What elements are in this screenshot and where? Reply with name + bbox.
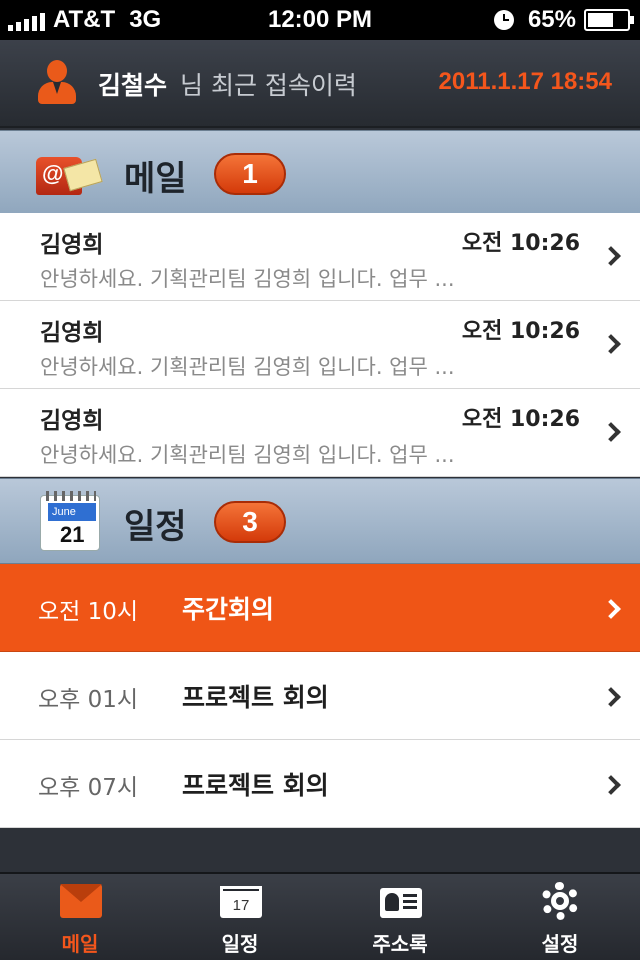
- mail-section-header[interactable]: @ 메일 1: [0, 130, 640, 216]
- chevron-right-icon: [601, 334, 621, 354]
- tab-label: 설정: [541, 932, 579, 956]
- calendar-icon-day: 21: [60, 522, 85, 547]
- mail-time: 오전 10:26: [461, 407, 580, 432]
- schedule-list-item[interactable]: 오후 07시 프로젝트 회의: [0, 740, 640, 828]
- schedule-count-badge: 3: [214, 501, 286, 543]
- mail-time: 오전 10:26: [461, 319, 580, 344]
- chevron-right-icon: [601, 246, 621, 266]
- user-name: 김철수: [98, 71, 168, 100]
- chevron-right-icon: [601, 775, 621, 795]
- schedule-title: 프로젝트 회의: [182, 683, 329, 712]
- tab-address-book[interactable]: 주소록: [320, 874, 480, 960]
- gear-icon: [541, 882, 579, 920]
- calendar-icon: June 21: [40, 489, 102, 553]
- mail-preview: 안녕하세요. 기획관리팀 김영희 입니다. 업무 ...: [40, 443, 455, 467]
- schedule-section-title: 일정: [124, 507, 187, 547]
- chevron-right-icon: [601, 599, 621, 619]
- mail-list-item[interactable]: 김영희 오전 10:26 안녕하세요. 기획관리팀 김영희 입니다. 업무 ..…: [0, 213, 640, 301]
- mail-count-badge: 1: [214, 153, 286, 195]
- last-login-header: 김철수 님 최근 접속이력 2011.1.17 18:54: [0, 40, 640, 128]
- mail-preview: 안녕하세요. 기획관리팀 김영희 입니다. 업무 ...: [40, 355, 455, 379]
- mail-list-item[interactable]: 김영희 오전 10:26 안녕하세요. 기획관리팀 김영희 입니다. 업무 ..…: [0, 301, 640, 389]
- tab-label: 일정: [221, 932, 259, 956]
- mail-sender: 김영희: [40, 408, 104, 434]
- mail-sender: 김영희: [40, 232, 104, 258]
- schedule-title: 프로젝트 회의: [182, 771, 329, 800]
- schedule-time: 오후 01시: [38, 687, 139, 713]
- tab-settings[interactable]: 설정: [480, 874, 640, 960]
- last-login-label: 님 최근 접속이력: [180, 71, 357, 100]
- tab-schedule[interactable]: 17 일정: [160, 874, 320, 960]
- mailbox-icon: @: [36, 149, 103, 201]
- battery-percent: 65%: [527, 6, 576, 33]
- calendar-icon: 17: [220, 886, 262, 918]
- mail-icon: [60, 884, 102, 918]
- mail-time: 오전 10:26: [461, 231, 580, 256]
- mail-preview: 안녕하세요. 기획관리팀 김영희 입니다. 업무 ...: [40, 267, 455, 291]
- mail-section-title: 메일: [124, 159, 187, 199]
- mail-list-item[interactable]: 김영희 오전 10:26 안녕하세요. 기획관리팀 김영희 입니다. 업무 ..…: [0, 389, 640, 477]
- tab-label: 메일: [61, 932, 99, 956]
- address-book-icon: [380, 888, 422, 918]
- schedule-section-header[interactable]: June 21 일정 3: [0, 478, 640, 564]
- calendar-tab-day: 17: [232, 897, 250, 914]
- tab-label: 주소록: [372, 932, 428, 956]
- chevron-right-icon: [601, 422, 621, 442]
- schedule-time: 오전 10시: [38, 599, 139, 625]
- chevron-right-icon: [601, 687, 621, 707]
- tab-mail[interactable]: 메일: [0, 874, 160, 960]
- schedule-title: 주간회의: [182, 595, 275, 624]
- user-icon: [38, 60, 76, 106]
- status-bar: AT&T 3G 12:00 PM 65%: [0, 0, 640, 40]
- tab-bar: 메일 17 일정 주소록 설정: [0, 872, 640, 960]
- battery-icon: [584, 9, 634, 31]
- schedule-list-item[interactable]: 오전 10시 주간회의: [0, 564, 640, 652]
- calendar-icon-month: June: [48, 503, 96, 521]
- mail-sender: 김영희: [40, 320, 104, 346]
- schedule-list-item[interactable]: 오후 01시 프로젝트 회의: [0, 652, 640, 740]
- alarm-clock-icon: [493, 10, 514, 30]
- schedule-time: 오후 07시: [38, 775, 139, 801]
- last-login-datetime: 2011.1.17 18:54: [438, 68, 613, 95]
